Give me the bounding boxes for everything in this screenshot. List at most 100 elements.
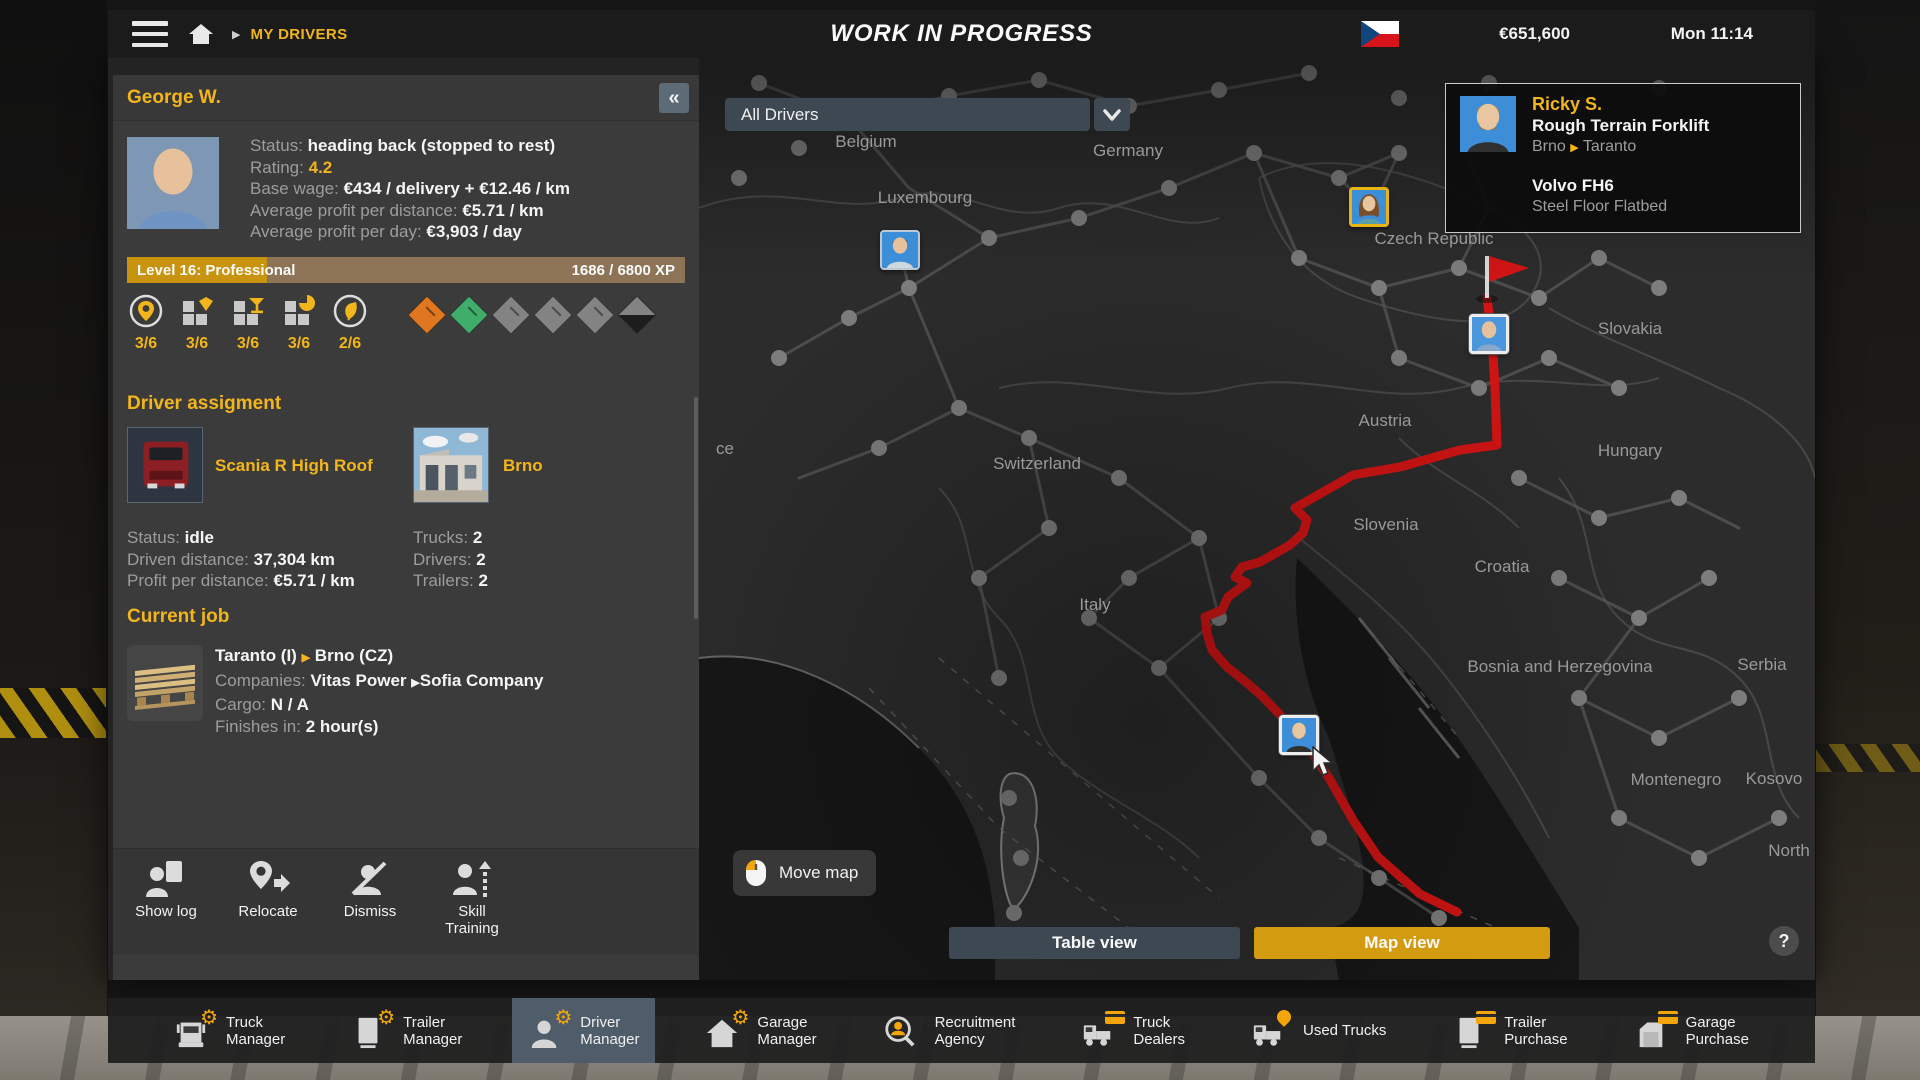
panel-scrollbar[interactable] <box>694 397 698 619</box>
status-value: heading back (stopped to rest) <box>308 136 555 155</box>
used-trucks-icon <box>1251 1011 1293 1051</box>
wage-value: €434 / delivery + €12.46 / km <box>344 179 570 198</box>
help-button[interactable]: ? <box>1769 926 1799 956</box>
cargo-thumbnail <box>127 645 203 721</box>
player-money: €651,600 <box>1499 24 1570 44</box>
driver-marker-czech[interactable] <box>1349 187 1389 227</box>
truck-distance-value: 37,304 km <box>254 550 335 569</box>
skill-training-button[interactable]: Skill Training <box>433 859 511 955</box>
nav-trailer-manager[interactable]: ⚙ TrailerManager <box>335 998 478 1063</box>
nav-truck-manager[interactable]: ⚙ TruckManager <box>158 998 301 1063</box>
trailer-manager-icon: ⚙ <box>351 1011 393 1051</box>
driver-filter-chevron-button[interactable] <box>1094 98 1130 131</box>
move-map-hint: Move map <box>733 850 876 896</box>
skill-value: 3/6 <box>186 335 208 353</box>
action-label: Skill Training <box>433 903 511 937</box>
nav-label-line: Manager <box>757 1031 816 1048</box>
nav-recruitment-agency[interactable]: RecruitmentAgency <box>867 998 1032 1063</box>
move-map-label: Move map <box>779 863 858 883</box>
recruitment-agency-icon <box>883 1011 925 1051</box>
action-label: Show log <box>135 903 197 920</box>
assignment-heading: Driver assigment <box>127 393 281 415</box>
nav-garage-manager[interactable]: ⚙ GarageManager <box>689 998 832 1063</box>
drivers-map[interactable]: BelgiumGermanyLuxembourgCzech RepublicSl… <box>699 58 1815 980</box>
truck-thumbnail[interactable] <box>127 427 203 503</box>
assigned-truck-name[interactable]: Scania R High Roof <box>215 456 373 476</box>
garage-trailers-value: 2 <box>479 571 488 590</box>
nav-label-line: Purchase <box>1686 1031 1749 1048</box>
driver-tooltip: Ricky S. Rough Terrain Forklift Brno ▶ T… <box>1445 83 1801 233</box>
garage-wall-left <box>0 0 107 1016</box>
garage-manager-icon: ⚙ <box>705 1011 747 1051</box>
collapse-panel-button[interactable]: « <box>659 83 689 113</box>
driver-manager-icon: ⚙ <box>528 1011 570 1051</box>
home-icon[interactable] <box>188 22 214 46</box>
hazard-stripe-left <box>0 688 106 738</box>
show-log-button[interactable]: Show log <box>127 859 205 955</box>
tooltip-cargo: Rough Terrain Forklift <box>1532 115 1709 136</box>
tooltip-text: Ricky S. Rough Terrain Forklift Brno ▶ T… <box>1532 94 1709 217</box>
skill-value: 3/6 <box>237 335 259 353</box>
nav-trailer-purchase[interactable]: TrailerPurchase <box>1436 998 1583 1063</box>
trailer-purchase-icon <box>1452 1011 1494 1051</box>
relocate-button[interactable]: Relocate <box>229 859 307 955</box>
map-view-button[interactable]: Map view <box>1254 927 1550 959</box>
skill-fragile-cargo: 3/6 <box>229 293 267 353</box>
tooltip-truck: Volvo FH6 <box>1532 175 1709 196</box>
level-label: Level 16: Professional <box>137 257 295 283</box>
nav-label-line: Truck <box>1133 1014 1185 1031</box>
garage-trucks-value: 2 <box>473 528 482 547</box>
price-card-icon <box>1105 1011 1125 1024</box>
nav-truck-dealers[interactable]: TruckDealers <box>1065 998 1201 1063</box>
nav-label-line: Garage <box>1686 1014 1749 1031</box>
truck-status-label: Status: <box>127 528 180 547</box>
breadcrumb[interactable]: MY DRIVERS <box>250 26 347 43</box>
nav-label-line: Garage <box>757 1014 816 1031</box>
adr-badges <box>413 301 651 329</box>
skill-value: 2/6 <box>339 335 361 353</box>
chevron-down-icon <box>1100 104 1124 126</box>
garage-stats: Trucks: 2 Drivers: 2 Trailers: 2 <box>413 527 488 592</box>
tooltip-route-from: Brno <box>1532 138 1566 155</box>
finishes-value: 2 hour(s) <box>306 717 379 736</box>
long-distance-icon <box>128 293 164 329</box>
nav-driver-manager[interactable]: ⚙ DriverManager <box>512 998 655 1063</box>
price-card-icon <box>1476 1011 1496 1024</box>
mouse-cursor <box>1311 746 1339 778</box>
company-arrow-icon: ▶ <box>411 677 419 689</box>
mouse-icon <box>745 859 767 887</box>
driver-detail-panel: George W. « Status: heading back (stoppe… <box>113 75 699 980</box>
action-label: Dismiss <box>344 903 397 920</box>
tooltip-driver-name: Ricky S. <box>1532 94 1709 115</box>
tooltip-avatar <box>1460 96 1516 152</box>
menu-icon[interactable] <box>132 21 168 47</box>
assigned-garage-name[interactable]: Brno <box>503 456 543 476</box>
status-label: Status: <box>250 136 303 155</box>
high-value-cargo-icon <box>179 293 215 329</box>
driver-marker-george[interactable] <box>1469 314 1509 354</box>
rating-value: 4.2 <box>309 158 333 177</box>
driver-marker-luxembourg[interactable] <box>880 230 920 270</box>
skill-just-in-time: 3/6 <box>280 293 318 353</box>
table-view-button[interactable]: Table view <box>949 927 1240 959</box>
driver-name: George W. <box>127 87 221 109</box>
adr-flammable-liquids-icon <box>491 295 531 335</box>
driver-filter-dropdown[interactable]: All Drivers <box>725 98 1090 131</box>
route-arrow-icon: ▶ <box>302 652 310 664</box>
truck-profit-label: Profit per distance: <box>127 571 269 590</box>
driver-actions-bar: Show log Relocate Dismiss Skill Training <box>113 848 699 955</box>
garage-thumbnail[interactable] <box>413 427 489 503</box>
nav-label-line: Recruitment <box>935 1014 1016 1031</box>
skill-long-distance: 3/6 <box>127 293 165 353</box>
skill-high-value-cargo: 3/6 <box>178 293 216 353</box>
nav-used-trucks[interactable]: Used Trucks <box>1235 998 1402 1063</box>
eco-driving-icon <box>332 293 368 329</box>
level-xp: 1686 / 6800 XP <box>572 257 675 283</box>
nav-garage-purchase[interactable]: GaragePurchase <box>1618 998 1765 1063</box>
profit-day-value: €3,903 / day <box>426 222 521 241</box>
rating-label: Rating: <box>250 158 304 177</box>
dismiss-button[interactable]: Dismiss <box>331 859 409 955</box>
truck-profit-value: €5.71 / km <box>273 571 354 590</box>
nav-label-line: Trailer <box>403 1014 462 1031</box>
garage-purchase-icon <box>1634 1011 1676 1051</box>
